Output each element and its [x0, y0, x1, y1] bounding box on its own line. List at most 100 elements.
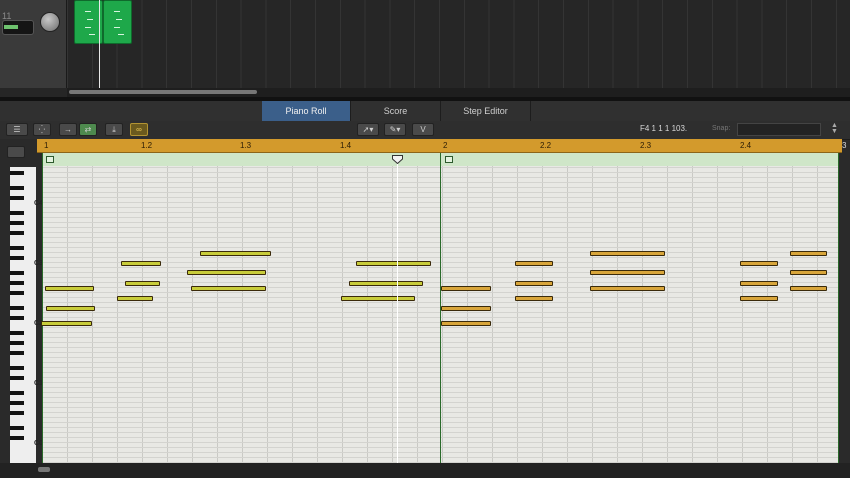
vertical-scroll-strip[interactable] [839, 153, 850, 463]
ruler-tick: 2.3 [640, 141, 652, 150]
list-menu-button[interactable]: ☰ [6, 123, 28, 136]
black-key[interactable] [10, 436, 24, 440]
midi-note[interactable] [341, 296, 415, 301]
midi-note[interactable] [200, 251, 271, 256]
midi-note[interactable] [740, 296, 778, 301]
snap-label: Snap: [712, 125, 731, 132]
black-key[interactable] [10, 281, 24, 285]
black-key[interactable] [10, 376, 24, 380]
black-key[interactable] [10, 231, 24, 235]
midi-note[interactable] [515, 281, 553, 286]
velocity-tool-menu[interactable]: V [412, 123, 434, 136]
midi-note[interactable] [790, 270, 827, 275]
midi-note[interactable] [46, 306, 95, 311]
midi-in-icon: → [64, 125, 72, 134]
playhead-handle-icon[interactable] [392, 155, 403, 164]
quantize-icon: ⁛ [38, 125, 46, 134]
midi-note[interactable] [117, 296, 153, 301]
link-icon: ∞ [136, 125, 142, 134]
midi-out-icon: ⇄ [84, 125, 92, 134]
midi-note[interactable] [187, 270, 266, 275]
midi-note[interactable] [441, 286, 491, 291]
region-flag-icon[interactable] [445, 156, 453, 163]
black-key[interactable] [10, 171, 24, 175]
midi-out-button[interactable]: ⇄ [79, 123, 97, 136]
black-key[interactable] [10, 401, 24, 405]
pan-knob[interactable] [40, 12, 60, 32]
track-volume-meter[interactable] [2, 20, 34, 35]
midi-note[interactable] [590, 270, 665, 275]
pencil-tool-icon: ✎▾ [389, 125, 401, 134]
editor-scrollbar[interactable] [0, 463, 850, 478]
collapse-icon[interactable] [7, 146, 25, 158]
bar-ruler[interactable] [37, 139, 842, 153]
midi-note[interactable] [41, 321, 92, 326]
black-key[interactable] [10, 426, 24, 430]
ruler-tick: 2.4 [740, 141, 752, 150]
midi-note[interactable] [790, 286, 827, 291]
tab-piano-roll[interactable]: Piano Roll [262, 101, 351, 121]
catch-button[interactable]: ⤓ [105, 123, 123, 136]
black-key[interactable] [10, 271, 24, 275]
velocity-label: V [420, 125, 426, 134]
midi-note[interactable] [441, 321, 491, 326]
midi-note[interactable] [356, 261, 431, 266]
midi-note[interactable] [515, 296, 553, 301]
arrange-scrollbar[interactable] [67, 88, 850, 97]
ruler-tick: 3 [842, 141, 847, 150]
arrange-track-lane[interactable] [67, 0, 850, 88]
black-key[interactable] [10, 331, 24, 335]
tab-step-editor[interactable]: Step Editor [441, 101, 531, 121]
midi-note[interactable] [191, 286, 266, 291]
ruler-tick: 1.4 [340, 141, 352, 150]
midi-note[interactable] [740, 261, 778, 266]
midi-note[interactable] [441, 306, 491, 311]
black-key[interactable] [10, 211, 24, 215]
ruler-tick: 2 [443, 141, 448, 150]
black-key[interactable] [10, 391, 24, 395]
ruler-tick: 1.3 [240, 141, 252, 150]
black-key[interactable] [10, 316, 24, 320]
playhead[interactable] [397, 156, 398, 465]
midi-region[interactable] [103, 0, 132, 44]
quantize-button[interactable]: ⁛ [33, 123, 51, 136]
ruler-tick: 1 [44, 141, 49, 150]
midi-note[interactable] [349, 281, 423, 286]
midi-note[interactable] [590, 286, 665, 291]
list-icon: ☰ [13, 125, 21, 134]
black-key[interactable] [10, 246, 24, 250]
midi-note[interactable] [121, 261, 161, 266]
black-key[interactable] [10, 291, 24, 295]
catch-icon: ⤓ [112, 125, 116, 134]
black-key[interactable] [10, 256, 24, 260]
midi-note[interactable] [515, 261, 553, 266]
black-key[interactable] [10, 411, 24, 415]
midi-note[interactable] [740, 281, 778, 286]
black-key[interactable] [10, 351, 24, 355]
black-key[interactable] [10, 341, 24, 345]
pointer-tool-menu[interactable]: ➚▾ [357, 123, 379, 136]
piano-keyboard[interactable]: C4 C3 C2 C1 C0 [10, 167, 43, 463]
link-button[interactable]: ∞ [130, 123, 148, 136]
ruler-tick: 1.2 [141, 141, 153, 150]
pointer-tool-icon: ➚▾ [362, 125, 374, 134]
midi-note[interactable] [125, 281, 160, 286]
pencil-tool-menu[interactable]: ✎▾ [384, 123, 406, 136]
arrange-playhead[interactable] [99, 0, 100, 88]
zoom-stepper-icon[interactable]: ▲ ▼ [831, 122, 838, 135]
position-display: F4 1 1 1 103. [640, 124, 688, 133]
region-flag-icon[interactable] [46, 156, 54, 163]
bar-line [42, 153, 43, 463]
black-key[interactable] [10, 366, 24, 370]
midi-note[interactable] [45, 286, 94, 291]
midi-in-button[interactable]: → [59, 123, 77, 136]
black-key[interactable] [10, 196, 24, 200]
black-key[interactable] [10, 306, 24, 310]
black-key[interactable] [10, 221, 24, 225]
tab-score[interactable]: Score [351, 101, 441, 121]
ruler-tick: 2.2 [540, 141, 552, 150]
snap-dropdown[interactable] [737, 123, 821, 136]
midi-note[interactable] [590, 251, 665, 256]
midi-note[interactable] [790, 251, 827, 256]
black-key[interactable] [10, 186, 24, 190]
